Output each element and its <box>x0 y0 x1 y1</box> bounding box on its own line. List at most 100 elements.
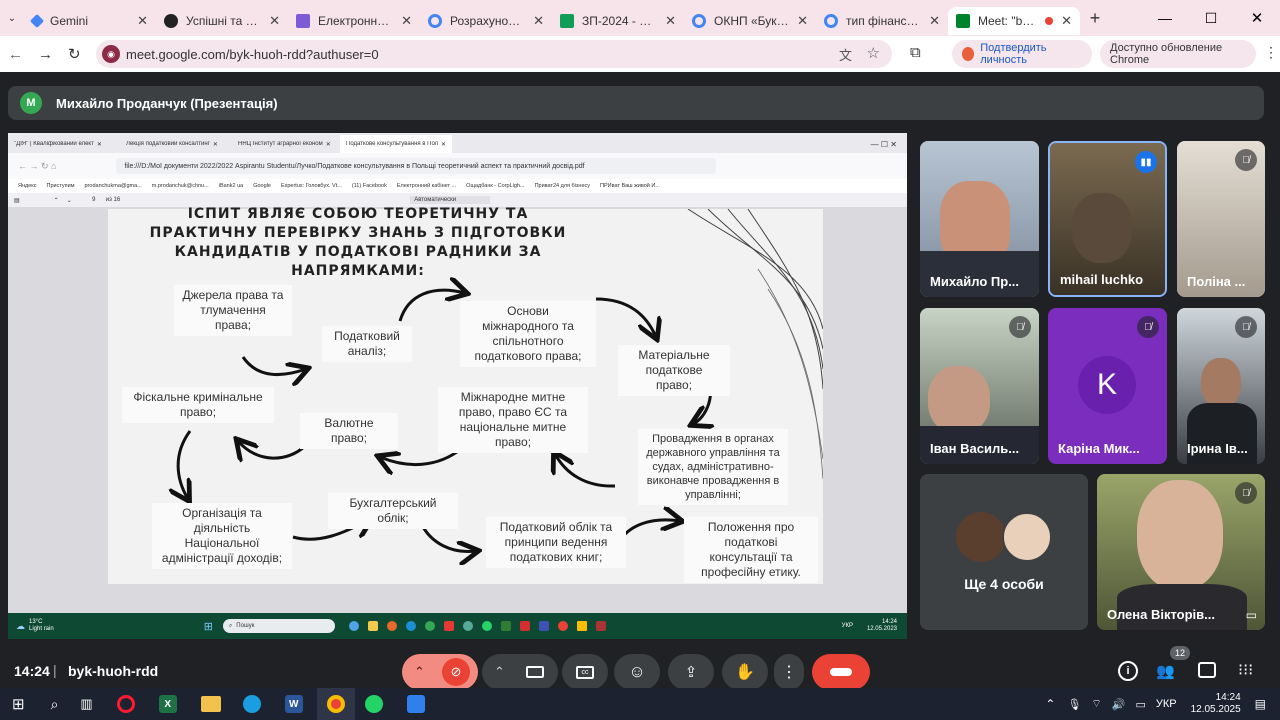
leave-call-button[interactable] <box>812 654 870 690</box>
bookmark[interactable]: Expertus: Головбух. Vt... <box>281 183 342 189</box>
taskbar-search[interactable]: ⌕ Пошук <box>222 619 335 633</box>
inner-url-bar[interactable]: file:///D:/Мої документи 2022/2022 Aspir… <box>116 158 717 174</box>
app-icon[interactable] <box>405 621 416 631</box>
app-icon[interactable] <box>481 621 492 631</box>
close-icon[interactable]: ✕ <box>137 13 148 29</box>
tray-chevron-up-icon[interactable]: ⌃ <box>1045 697 1055 711</box>
tray-wifi-icon[interactable]: ⌔ <box>1091 697 1101 711</box>
browser-tab[interactable]: ОКНП «Буковин ✕ <box>684 7 816 35</box>
close-icon[interactable]: ✕ <box>401 13 412 29</box>
search-icon[interactable]: ⌕ <box>51 696 59 713</box>
sidebar-toggle-icon[interactable]: ▤ <box>14 197 20 204</box>
app-icon[interactable] <box>576 621 587 631</box>
close-icon[interactable]: ✕ <box>797 13 808 29</box>
app-icon[interactable] <box>557 621 568 631</box>
app-icon[interactable] <box>443 621 454 631</box>
inner-tab[interactable]: ННЦ Інститут аграрної економ ✕ <box>232 135 340 153</box>
chevron-up-icon[interactable]: ⌃ <box>494 664 505 680</box>
more-participants-tile[interactable]: Ще 4 особи <box>920 474 1088 630</box>
close-icon[interactable]: ✕ <box>269 13 280 29</box>
menu-dots-icon[interactable]: ⋮ <box>1264 44 1278 61</box>
close-icon[interactable]: ✕ <box>665 13 676 29</box>
opera-icon[interactable] <box>116 695 135 713</box>
page-down-icon[interactable]: ⌄ <box>67 197 72 204</box>
tray-volume-icon[interactable]: 🔊 <box>1112 698 1126 711</box>
bookmark[interactable]: Ощадбанк - CorpLigh... <box>466 183 524 189</box>
browser-tab[interactable]: Розрахунок пок ✕ <box>420 7 552 35</box>
bookmark[interactable]: ПРИват Ваш живой И... <box>600 183 660 189</box>
self-view-icon[interactable]: ▭ <box>1246 608 1257 622</box>
browser-tab-active[interactable]: Meet: "byk-h ✕ <box>948 7 1080 35</box>
tray-language[interactable]: УКР <box>1156 698 1177 710</box>
bookmark[interactable]: prodanchukma@gma... <box>85 183 142 189</box>
people-icon[interactable]: 👥 <box>1156 662 1175 680</box>
app-icon[interactable] <box>348 621 359 631</box>
close-icon[interactable]: ✕ <box>1061 13 1072 29</box>
word-icon[interactable]: W <box>284 695 303 713</box>
captions-button[interactable]: cc <box>562 654 608 690</box>
windows-start-icon[interactable]: ⊞ <box>12 695 25 713</box>
info-icon[interactable]: i <box>1118 661 1138 681</box>
bookmark[interactable]: Яндекс <box>18 183 37 189</box>
raise-hand-button[interactable]: ✋ <box>722 654 768 690</box>
zoom-select[interactable]: Автоматически <box>410 196 491 204</box>
bookmark[interactable]: Електронний кабінет ... <box>397 183 456 189</box>
notifications-icon[interactable]: ▤ <box>1255 697 1266 711</box>
app-icon[interactable] <box>367 621 378 631</box>
bookmark[interactable]: m.prodanchuk@chnu... <box>152 183 209 189</box>
bookmark[interactable]: (11) Facebook <box>352 183 387 189</box>
maximize-icon[interactable]: ☐ <box>1188 10 1234 27</box>
reactions-button[interactable]: ☺ <box>614 654 660 690</box>
mic-toggle-button[interactable]: ⌃ ⊘ <box>402 654 478 690</box>
browser-tab[interactable]: тип фінансуван ✕ <box>816 7 948 35</box>
page-up-icon[interactable]: ⌃ <box>54 197 59 204</box>
app-icon[interactable] <box>538 621 549 631</box>
bookmark[interactable]: Google <box>253 183 271 189</box>
browser-tab[interactable]: Електронний ка ✕ <box>288 7 420 35</box>
inner-lang[interactable]: УКР <box>842 623 853 629</box>
app-icon[interactable] <box>424 621 435 631</box>
inner-tab-active[interactable]: Податкове консультування в Польщі ✕ <box>340 135 452 153</box>
browser-tab[interactable]: Успішні та пров ✕ <box>156 7 288 35</box>
inner-nav-icon[interactable]: ← → ↻ ⌂ <box>18 161 56 172</box>
whatsapp-icon[interactable] <box>364 695 383 713</box>
close-icon[interactable]: ✕ <box>533 13 544 29</box>
address-bar[interactable]: ◉ meet.google.com/byk-huoh-rdd?authuser=… <box>96 40 892 68</box>
close-icon[interactable]: ✕ <box>929 13 940 29</box>
participant-tile[interactable]: 🎙̸ Олена Вікторів... ▭ <box>1097 474 1265 630</box>
activities-icon[interactable]: ⁝⁝⁝ <box>1238 660 1253 680</box>
bookmark[interactable]: iBank2 ua <box>219 183 243 189</box>
bookmark-star-icon[interactable]: ☆ <box>867 44 880 62</box>
participant-tile[interactable]: Михайло Пр... <box>920 141 1039 297</box>
extensions-icon[interactable]: ⧉ <box>910 44 921 61</box>
verify-identity-button[interactable]: Подтвердить личность <box>952 40 1092 68</box>
participant-tile[interactable]: K 🎙̸ Каріна Мик... <box>1048 308 1167 464</box>
start-icon[interactable]: ⊞ <box>204 620 213 633</box>
chevron-up-icon[interactable]: ⌃ <box>414 664 425 680</box>
page-number-input[interactable]: 9 <box>86 197 102 203</box>
bookmark[interactable]: Приступим <box>47 183 75 189</box>
app-icon[interactable] <box>500 621 511 631</box>
inner-tab[interactable]: Лекція податковий консалтинг ✕ <box>120 135 232 153</box>
tab-search-icon[interactable]: ⌄ <box>0 13 24 24</box>
browser-tab[interactable]: ЗП-2024 - Goog ✕ <box>552 7 684 35</box>
more-options-button[interactable]: ⋮ <box>774 654 804 690</box>
inner-tab[interactable]: "ДІЯ" | Кваліфікований елект ✕ <box>8 135 120 153</box>
chat-icon[interactable] <box>1198 662 1216 678</box>
app-icon[interactable] <box>386 621 397 631</box>
bookmark[interactable]: Приват24 для бізнесу <box>535 183 590 189</box>
minimize-icon[interactable]: — <box>1142 10 1188 26</box>
participant-tile[interactable]: 🎙̸ Поліна ... <box>1177 141 1265 297</box>
tray-battery-icon[interactable]: ▭ <box>1135 698 1145 711</box>
back-icon[interactable]: ← <box>8 46 28 63</box>
browser-tab[interactable]: Gemini ✕ <box>24 7 156 35</box>
file-explorer-icon[interactable] <box>200 696 221 712</box>
participant-tile[interactable]: 🎙̸ Ірина Ів... <box>1177 308 1265 464</box>
new-tab-icon[interactable]: + <box>1080 8 1110 29</box>
task-view-icon[interactable]: ▥ <box>80 696 92 712</box>
close-window-icon[interactable]: ✕ <box>1234 9 1280 27</box>
camera-toggle-button[interactable]: ⌃ <box>482 654 558 690</box>
participant-tile-speaking[interactable]: ▮▮ mihail luchko <box>1048 141 1167 297</box>
translate-icon[interactable]: 文 <box>839 45 852 64</box>
present-button[interactable]: ⇪ <box>668 654 714 690</box>
